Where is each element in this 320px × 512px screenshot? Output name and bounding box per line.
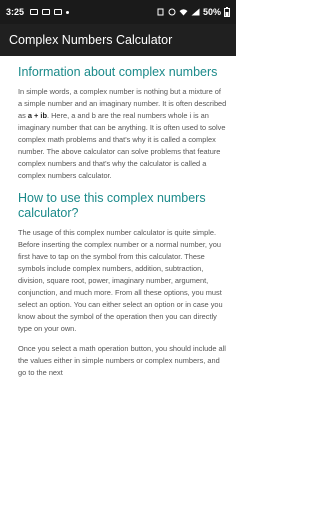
usage-paragraph: The usage of this complex number calcula…: [18, 228, 223, 333]
info-paragraph-text-end: . Here, a and b are the real numbers who…: [18, 111, 226, 180]
section-heading-how-to: How to use this complex numbers calculat…: [18, 191, 206, 220]
notification-icon: [30, 9, 39, 15]
info-paragraph: In simple words, a complex number is not…: [18, 86, 227, 182]
article-content[interactable]: Information about complex numbers In sim…: [0, 56, 236, 512]
more-notifications-icon: [66, 10, 70, 14]
notification-icon-2: [54, 9, 63, 15]
steps-paragraph: Once you select a math operation button,…: [18, 344, 226, 377]
battery-icon: [224, 7, 230, 17]
section-heading-info: Information about complex numbers: [18, 65, 218, 79]
signal-icon: [191, 8, 200, 16]
notification-icons: [30, 9, 70, 15]
status-time: 3:25: [6, 7, 25, 17]
screenshot-icon: [42, 9, 51, 15]
battery-percentage: 50%: [202, 7, 221, 17]
wifi-icon: [179, 9, 188, 16]
formula-text: a + ib: [27, 111, 47, 120]
app-bar: Complex Numbers Calculator: [0, 24, 236, 56]
app-title: Complex Numbers Calculator: [9, 33, 173, 47]
vibrate-icon: [157, 8, 164, 16]
alarm-icon: [168, 8, 176, 16]
status-bar: 3:25 50%: [0, 0, 236, 24]
